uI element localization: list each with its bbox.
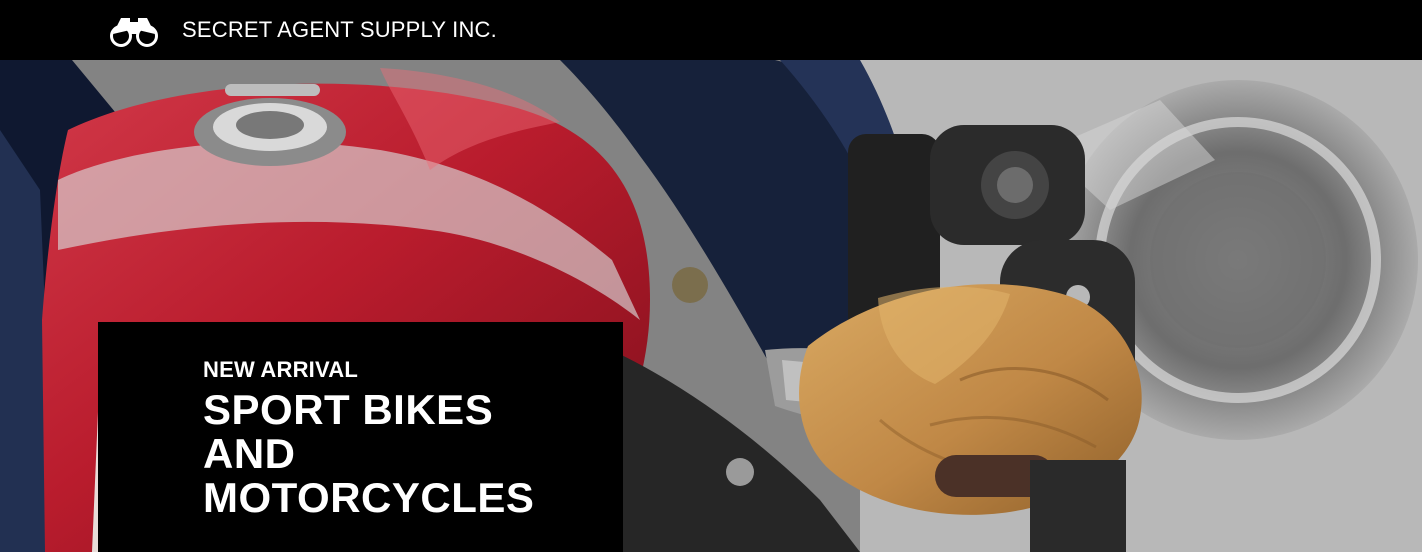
promo-title: SPORT BIKES AND MOTORCYCLES xyxy=(203,388,603,520)
binoculars-icon xyxy=(108,10,160,50)
top-navbar: SECRET AGENT SUPPLY INC. xyxy=(0,0,1422,60)
promo-title-line-3: MOTORCYCLES xyxy=(203,474,535,521)
brand-name: SECRET AGENT SUPPLY INC. xyxy=(182,17,497,42)
promo-title-line-1: SPORT BIKES xyxy=(203,386,494,433)
promo-kicker: NEW ARRIVAL xyxy=(203,357,358,382)
promo-title-line-2: AND xyxy=(203,430,296,477)
hero-banner: NEW ARRIVAL SPORT BIKES AND MOTORCYCLES xyxy=(0,60,1422,552)
promo-card: NEW ARRIVAL SPORT BIKES AND MOTORCYCLES xyxy=(98,322,623,552)
brand-home-link[interactable]: SECRET AGENT SUPPLY INC. xyxy=(108,0,497,60)
